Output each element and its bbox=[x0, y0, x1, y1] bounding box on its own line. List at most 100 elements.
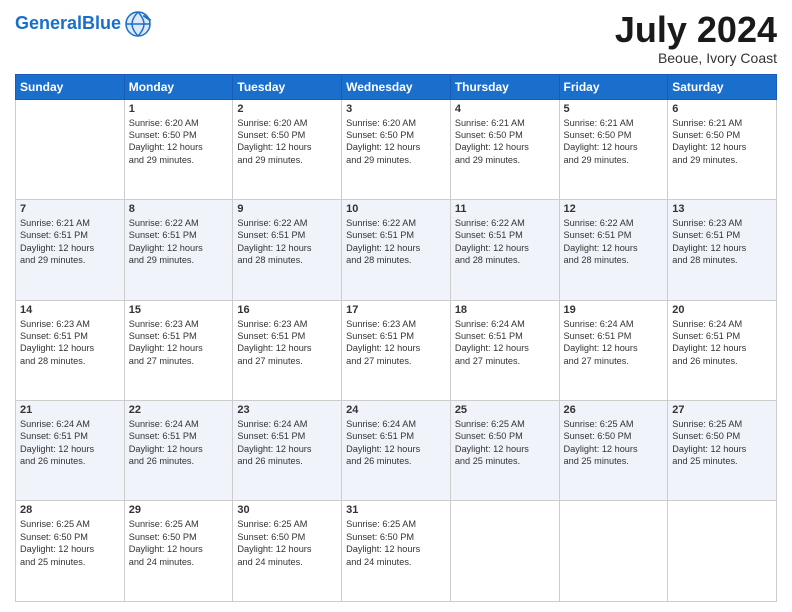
calendar-cell bbox=[16, 99, 125, 199]
table-row: 14 Sunrise: 6:23 AM Sunset: 6:51 PM Dayli… bbox=[16, 300, 777, 400]
day-number: 5 bbox=[564, 103, 664, 115]
day-number: 14 bbox=[20, 304, 120, 316]
calendar-cell: 30 Sunrise: 6:25 AM Sunset: 6:50 PM Dayli… bbox=[233, 501, 342, 602]
day-content: Sunrise: 6:25 AM Sunset: 6:50 PM Dayligh… bbox=[237, 518, 337, 568]
table-row: 28 Sunrise: 6:25 AM Sunset: 6:50 PM Dayli… bbox=[16, 501, 777, 602]
day-number: 22 bbox=[129, 404, 229, 416]
calendar-header-row: Sunday Monday Tuesday Wednesday Thursday… bbox=[16, 74, 777, 99]
calendar-cell: 1 Sunrise: 6:20 AM Sunset: 6:50 PM Daylig… bbox=[124, 99, 233, 199]
calendar-cell: 20 Sunrise: 6:24 AM Sunset: 6:51 PM Dayli… bbox=[668, 300, 777, 400]
day-number: 24 bbox=[346, 404, 446, 416]
calendar-cell: 7 Sunrise: 6:21 AM Sunset: 6:51 PM Daylig… bbox=[16, 200, 125, 300]
day-content: Sunrise: 6:24 AM Sunset: 6:51 PM Dayligh… bbox=[455, 318, 555, 368]
col-sunday: Sunday bbox=[16, 74, 125, 99]
day-content: Sunrise: 6:20 AM Sunset: 6:50 PM Dayligh… bbox=[346, 117, 446, 167]
calendar-cell: 27Sunrise: 6:25 AM Sunset: 6:50 PM Dayli… bbox=[668, 401, 777, 501]
calendar-cell: 12Sunrise: 6:22 AM Sunset: 6:51 PM Dayli… bbox=[559, 200, 668, 300]
calendar-cell: 28 Sunrise: 6:25 AM Sunset: 6:50 PM Dayli… bbox=[16, 501, 125, 602]
day-content: Sunrise: 6:23 AM Sunset: 6:51 PM Dayligh… bbox=[20, 318, 120, 368]
day-content: Sunrise: 6:22 AM Sunset: 6:51 PM Dayligh… bbox=[129, 217, 229, 267]
table-row: 21 Sunrise: 6:24 AM Sunset: 6:51 PM Dayli… bbox=[16, 401, 777, 501]
calendar-cell: 3 Sunrise: 6:20 AM Sunset: 6:50 PM Daylig… bbox=[342, 99, 451, 199]
day-number: 13 bbox=[672, 203, 772, 215]
day-number: 21 bbox=[20, 404, 120, 416]
day-content: Sunrise: 6:22 AM Sunset: 6:51 PM Dayligh… bbox=[346, 217, 446, 267]
day-content: Sunrise: 6:22 AM Sunset: 6:51 PM Dayligh… bbox=[455, 217, 555, 267]
calendar-cell: 14 Sunrise: 6:23 AM Sunset: 6:51 PM Dayli… bbox=[16, 300, 125, 400]
day-number: 25 bbox=[455, 404, 555, 416]
day-content: Sunrise: 6:25 AM Sunset: 6:50 PM Dayligh… bbox=[672, 418, 772, 468]
day-content: Sunrise: 6:25 AM Sunset: 6:50 PM Dayligh… bbox=[20, 518, 120, 568]
day-number: 16 bbox=[237, 304, 337, 316]
location: Beoue, Ivory Coast bbox=[615, 50, 777, 66]
logo-general: General bbox=[15, 13, 82, 33]
day-content: Sunrise: 6:21 AM Sunset: 6:50 PM Dayligh… bbox=[564, 117, 664, 167]
day-content: Sunrise: 6:24 AM Sunset: 6:51 PM Dayligh… bbox=[346, 418, 446, 468]
day-number: 20 bbox=[672, 304, 772, 316]
day-content: Sunrise: 6:24 AM Sunset: 6:51 PM Dayligh… bbox=[564, 318, 664, 368]
day-number: 10 bbox=[346, 203, 446, 215]
day-number: 3 bbox=[346, 103, 446, 115]
calendar-cell: 11Sunrise: 6:22 AM Sunset: 6:51 PM Dayli… bbox=[450, 200, 559, 300]
calendar-cell: 25 Sunrise: 6:25 AM Sunset: 6:50 PM Dayli… bbox=[450, 401, 559, 501]
day-number: 17 bbox=[346, 304, 446, 316]
calendar-cell: 31 Sunrise: 6:25 AM Sunset: 6:50 PM Dayli… bbox=[342, 501, 451, 602]
calendar-cell: 8 Sunrise: 6:22 AM Sunset: 6:51 PM Daylig… bbox=[124, 200, 233, 300]
day-content: Sunrise: 6:25 AM Sunset: 6:50 PM Dayligh… bbox=[455, 418, 555, 468]
day-number: 30 bbox=[237, 504, 337, 516]
logo-text: GeneralBlue bbox=[15, 14, 121, 34]
day-content: Sunrise: 6:23 AM Sunset: 6:51 PM Dayligh… bbox=[237, 318, 337, 368]
day-content: Sunrise: 6:24 AM Sunset: 6:51 PM Dayligh… bbox=[20, 418, 120, 468]
day-content: Sunrise: 6:25 AM Sunset: 6:50 PM Dayligh… bbox=[346, 518, 446, 568]
day-content: Sunrise: 6:20 AM Sunset: 6:50 PM Dayligh… bbox=[129, 117, 229, 167]
day-content: Sunrise: 6:21 AM Sunset: 6:50 PM Dayligh… bbox=[455, 117, 555, 167]
month-title: July 2024 bbox=[615, 10, 777, 50]
calendar-cell bbox=[450, 501, 559, 602]
col-thursday: Thursday bbox=[450, 74, 559, 99]
page: GeneralBlue July 2024 Beoue, Ivory Coast bbox=[0, 0, 792, 612]
logo-icon bbox=[124, 10, 152, 38]
day-content: Sunrise: 6:23 AM Sunset: 6:51 PM Dayligh… bbox=[672, 217, 772, 267]
day-content: Sunrise: 6:23 AM Sunset: 6:51 PM Dayligh… bbox=[129, 318, 229, 368]
title-area: July 2024 Beoue, Ivory Coast bbox=[615, 10, 777, 66]
calendar-cell: 18Sunrise: 6:24 AM Sunset: 6:51 PM Dayli… bbox=[450, 300, 559, 400]
day-number: 19 bbox=[564, 304, 664, 316]
day-number: 1 bbox=[129, 103, 229, 115]
day-content: Sunrise: 6:22 AM Sunset: 6:51 PM Dayligh… bbox=[564, 217, 664, 267]
day-content: Sunrise: 6:24 AM Sunset: 6:51 PM Dayligh… bbox=[672, 318, 772, 368]
day-content: Sunrise: 6:25 AM Sunset: 6:50 PM Dayligh… bbox=[564, 418, 664, 468]
day-number: 8 bbox=[129, 203, 229, 215]
day-content: Sunrise: 6:22 AM Sunset: 6:51 PM Dayligh… bbox=[237, 217, 337, 267]
day-content: Sunrise: 6:21 AM Sunset: 6:50 PM Dayligh… bbox=[672, 117, 772, 167]
day-number: 4 bbox=[455, 103, 555, 115]
calendar-cell: 23 Sunrise: 6:24 AM Sunset: 6:51 PM Dayli… bbox=[233, 401, 342, 501]
logo: GeneralBlue bbox=[15, 10, 152, 38]
col-wednesday: Wednesday bbox=[342, 74, 451, 99]
day-number: 23 bbox=[237, 404, 337, 416]
table-row: 7 Sunrise: 6:21 AM Sunset: 6:51 PM Daylig… bbox=[16, 200, 777, 300]
col-friday: Friday bbox=[559, 74, 668, 99]
calendar-cell: 13 Sunrise: 6:23 AM Sunset: 6:51 PM Dayli… bbox=[668, 200, 777, 300]
calendar-cell: 4 Sunrise: 6:21 AM Sunset: 6:50 PM Daylig… bbox=[450, 99, 559, 199]
day-number: 28 bbox=[20, 504, 120, 516]
day-number: 6 bbox=[672, 103, 772, 115]
day-number: 7 bbox=[20, 203, 120, 215]
day-content: Sunrise: 6:21 AM Sunset: 6:51 PM Dayligh… bbox=[20, 217, 120, 267]
header: GeneralBlue July 2024 Beoue, Ivory Coast bbox=[15, 10, 777, 66]
calendar-cell: 10 Sunrise: 6:22 AM Sunset: 6:51 PM Dayli… bbox=[342, 200, 451, 300]
day-number: 29 bbox=[129, 504, 229, 516]
calendar-cell: 9Sunrise: 6:22 AM Sunset: 6:51 PM Daylig… bbox=[233, 200, 342, 300]
calendar-cell bbox=[559, 501, 668, 602]
calendar-cell: 29Sunrise: 6:25 AM Sunset: 6:50 PM Dayli… bbox=[124, 501, 233, 602]
day-number: 2 bbox=[237, 103, 337, 115]
calendar-cell: 17Sunrise: 6:23 AM Sunset: 6:51 PM Dayli… bbox=[342, 300, 451, 400]
col-monday: Monday bbox=[124, 74, 233, 99]
day-number: 15 bbox=[129, 304, 229, 316]
calendar-cell: 19 Sunrise: 6:24 AM Sunset: 6:51 PM Dayli… bbox=[559, 300, 668, 400]
calendar-cell: 16 Sunrise: 6:23 AM Sunset: 6:51 PM Dayli… bbox=[233, 300, 342, 400]
calendar-cell: 24 Sunrise: 6:24 AM Sunset: 6:51 PM Dayli… bbox=[342, 401, 451, 501]
calendar-cell: 15 Sunrise: 6:23 AM Sunset: 6:51 PM Dayli… bbox=[124, 300, 233, 400]
calendar-cell bbox=[668, 501, 777, 602]
day-number: 31 bbox=[346, 504, 446, 516]
day-content: Sunrise: 6:24 AM Sunset: 6:51 PM Dayligh… bbox=[237, 418, 337, 468]
